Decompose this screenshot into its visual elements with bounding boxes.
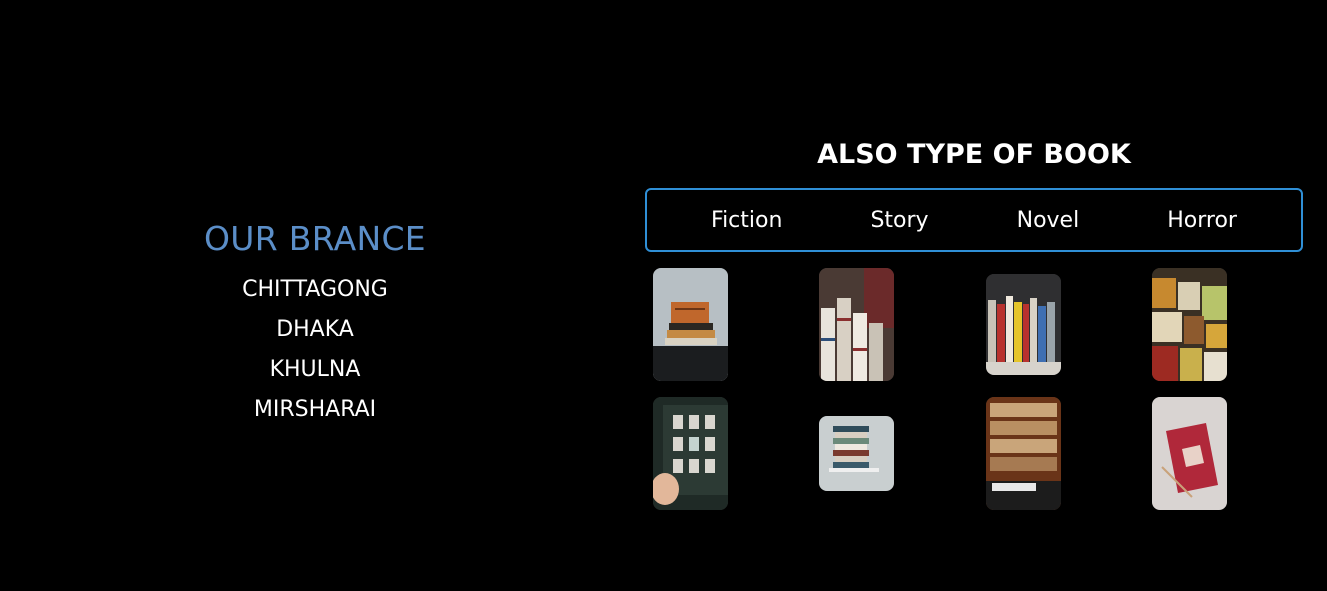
book-image-stacked-books[interactable] bbox=[653, 268, 728, 381]
tab-story[interactable]: Story bbox=[860, 204, 938, 237]
branches-title: OUR BRANCE bbox=[204, 219, 426, 258]
book-image-colorful-books[interactable] bbox=[1152, 268, 1227, 381]
book-image-shelf-row[interactable] bbox=[986, 274, 1061, 375]
book-image-red-book[interactable] bbox=[1152, 397, 1227, 510]
branch-list: CHITTAGONG DHAKA KHULNA MIRSHARAI bbox=[155, 270, 475, 430]
book-image-small-stack[interactable] bbox=[819, 416, 894, 491]
tab-horror[interactable]: Horror bbox=[1157, 204, 1247, 237]
book-image-grid bbox=[645, 268, 1303, 518]
tab-fiction[interactable]: Fiction bbox=[701, 204, 792, 237]
book-image-hand-holding-book[interactable] bbox=[653, 397, 728, 510]
branch-item-dhaka: DHAKA bbox=[276, 317, 354, 342]
page: OUR BRANCE CHITTAGONG DHAKA KHULNA MIRSH… bbox=[0, 0, 1327, 591]
tab-novel[interactable]: Novel bbox=[1007, 204, 1090, 237]
book-type-tabs: Fiction Story Novel Horror bbox=[645, 188, 1303, 252]
book-image-library-shelves[interactable] bbox=[986, 397, 1061, 510]
branch-item-chittagong: CHITTAGONG bbox=[242, 277, 388, 302]
branch-item-khulna: KHULNA bbox=[269, 357, 361, 382]
book-image-book-piles[interactable] bbox=[819, 268, 894, 381]
branches-section: OUR BRANCE CHITTAGONG DHAKA KHULNA MIRSH… bbox=[155, 216, 475, 430]
book-types-title: ALSO TYPE OF BOOK bbox=[817, 139, 1131, 170]
branch-item-mirsharai: MIRSHARAI bbox=[253, 397, 377, 422]
book-types-section: ALSO TYPE OF BOOK Fiction Story Novel Ho… bbox=[645, 134, 1303, 518]
